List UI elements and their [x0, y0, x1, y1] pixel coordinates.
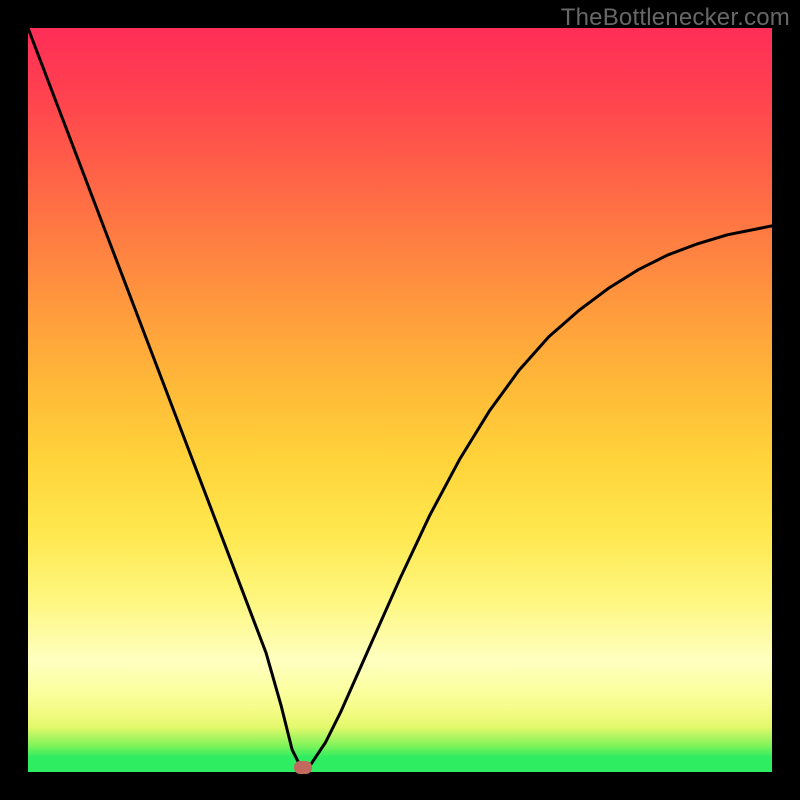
optimum-marker: [294, 761, 312, 774]
gradient-plot-area: [28, 28, 772, 772]
credit-label: TheBottlenecker.com: [561, 4, 790, 32]
chart-frame: TheBottlenecker.com: [0, 0, 800, 800]
